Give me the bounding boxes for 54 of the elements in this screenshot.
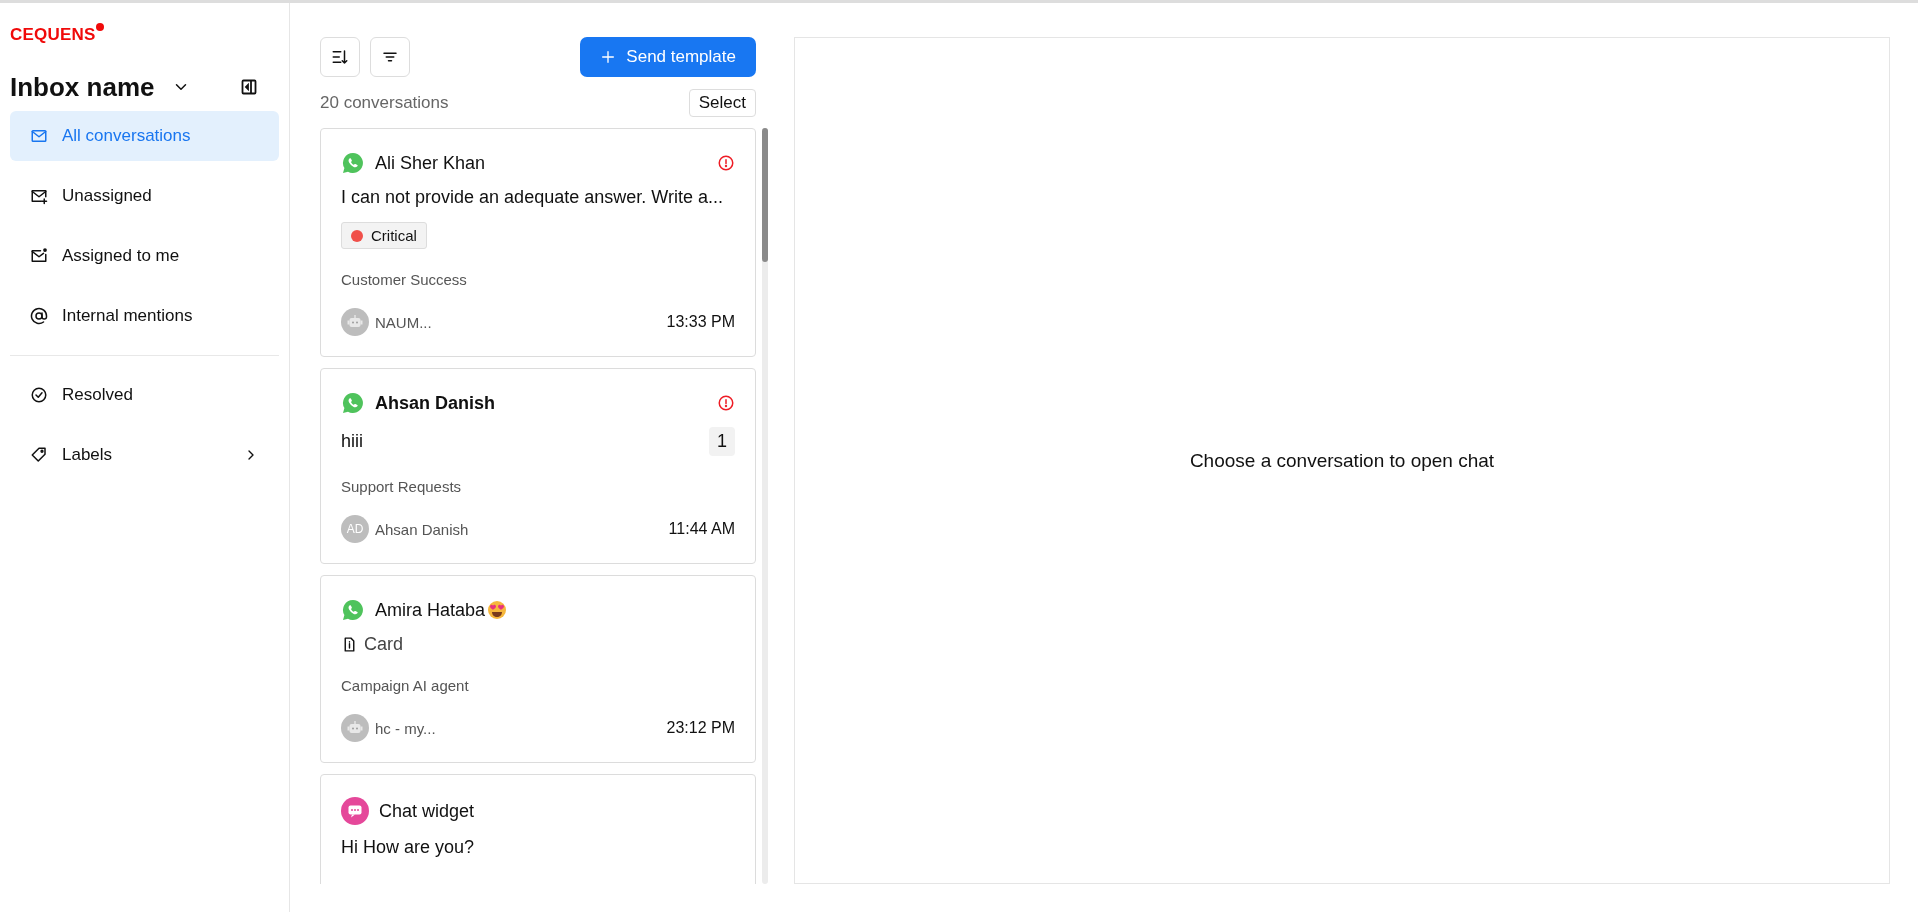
- conversation-card[interactable]: Amira Hataba Card Campaign AI agent hc - my... 23:12 PM: [320, 575, 756, 763]
- conversation-count: 20 conversations: [320, 93, 449, 113]
- contact-name: Ali Sher Khan: [375, 152, 486, 174]
- label-text: Critical: [371, 227, 417, 244]
- nav-item[interactable]: Unassigned: [10, 171, 279, 221]
- logo: CEQUENS: [10, 25, 105, 45]
- sort-button[interactable]: [320, 37, 360, 77]
- team-name: Support Requests: [341, 478, 463, 495]
- timestamp: 11:44 AM: [668, 520, 735, 538]
- chat-bubble-icon: [341, 797, 369, 825]
- conversation-card[interactable]: Ali Sher Khan I can not provide an adequate answer. Write a... Critical Customer Success NAUM... 13:33 PM: [320, 128, 756, 357]
- message-preview: Card: [364, 634, 403, 655]
- message-preview: I can not provide an adequate answer. Write a...: [341, 187, 723, 208]
- send-template-button[interactable]: Send template: [580, 37, 756, 77]
- message-preview: hiii: [341, 431, 363, 452]
- whatsapp-icon: [341, 598, 365, 622]
- nav-item[interactable]: Assigned to me: [10, 231, 279, 281]
- inbox-dropdown[interactable]: Inbox name: [10, 71, 191, 103]
- contact-name: Chat widget: [379, 800, 475, 822]
- mail-plus-icon: [30, 187, 48, 205]
- timestamp: 23:12 PM: [666, 719, 735, 737]
- scrollbar[interactable]: [762, 128, 768, 884]
- timestamp: 13:33 PM: [666, 313, 735, 331]
- contact-name: Ahsan Danish: [375, 392, 496, 414]
- nav-item[interactable]: Internal mentions: [10, 291, 279, 341]
- robot-icon: [341, 714, 369, 742]
- conversation-card[interactable]: Ahsan Danish hiii 1 Support Requests AD Ahsan Danish 11:44 AM: [320, 368, 756, 564]
- tag-icon: [30, 446, 48, 464]
- at-icon: [30, 307, 48, 325]
- conversation-card[interactable]: Chat widget Hi How are you?: [320, 774, 756, 884]
- unread-count: 1: [709, 427, 735, 456]
- nav-item[interactable]: Resolved: [10, 370, 279, 420]
- sort-icon: [331, 48, 349, 66]
- whatsapp-icon: [341, 151, 365, 175]
- check-circle-icon: [30, 386, 48, 404]
- assignee-name: NAUM...: [375, 313, 432, 331]
- message-preview: Hi How are you?: [341, 837, 475, 858]
- assignee-name: Ahsan Danish: [375, 520, 469, 538]
- assignee-name: hc - my...: [375, 719, 436, 737]
- filter-button[interactable]: [370, 37, 410, 77]
- empty-state-text: Choose a conversation to open chat: [1189, 449, 1495, 472]
- select-button[interactable]: Select: [688, 89, 756, 117]
- mail-dot-icon: [30, 247, 48, 265]
- team-name: Customer Success: [341, 271, 468, 288]
- mail-icon: [30, 127, 48, 145]
- plus-icon: [600, 49, 617, 65]
- nav-item[interactable]: Labels: [10, 430, 279, 480]
- contact-name: Amira Hataba: [375, 599, 486, 621]
- robot-icon: [341, 308, 369, 336]
- avatar-initials: AD: [341, 515, 369, 543]
- whatsapp-icon: [341, 391, 365, 415]
- team-name: Campaign AI agent: [341, 677, 470, 694]
- nav-item[interactable]: All conversations: [10, 111, 279, 161]
- collapse-sidebar-icon[interactable]: [241, 79, 257, 95]
